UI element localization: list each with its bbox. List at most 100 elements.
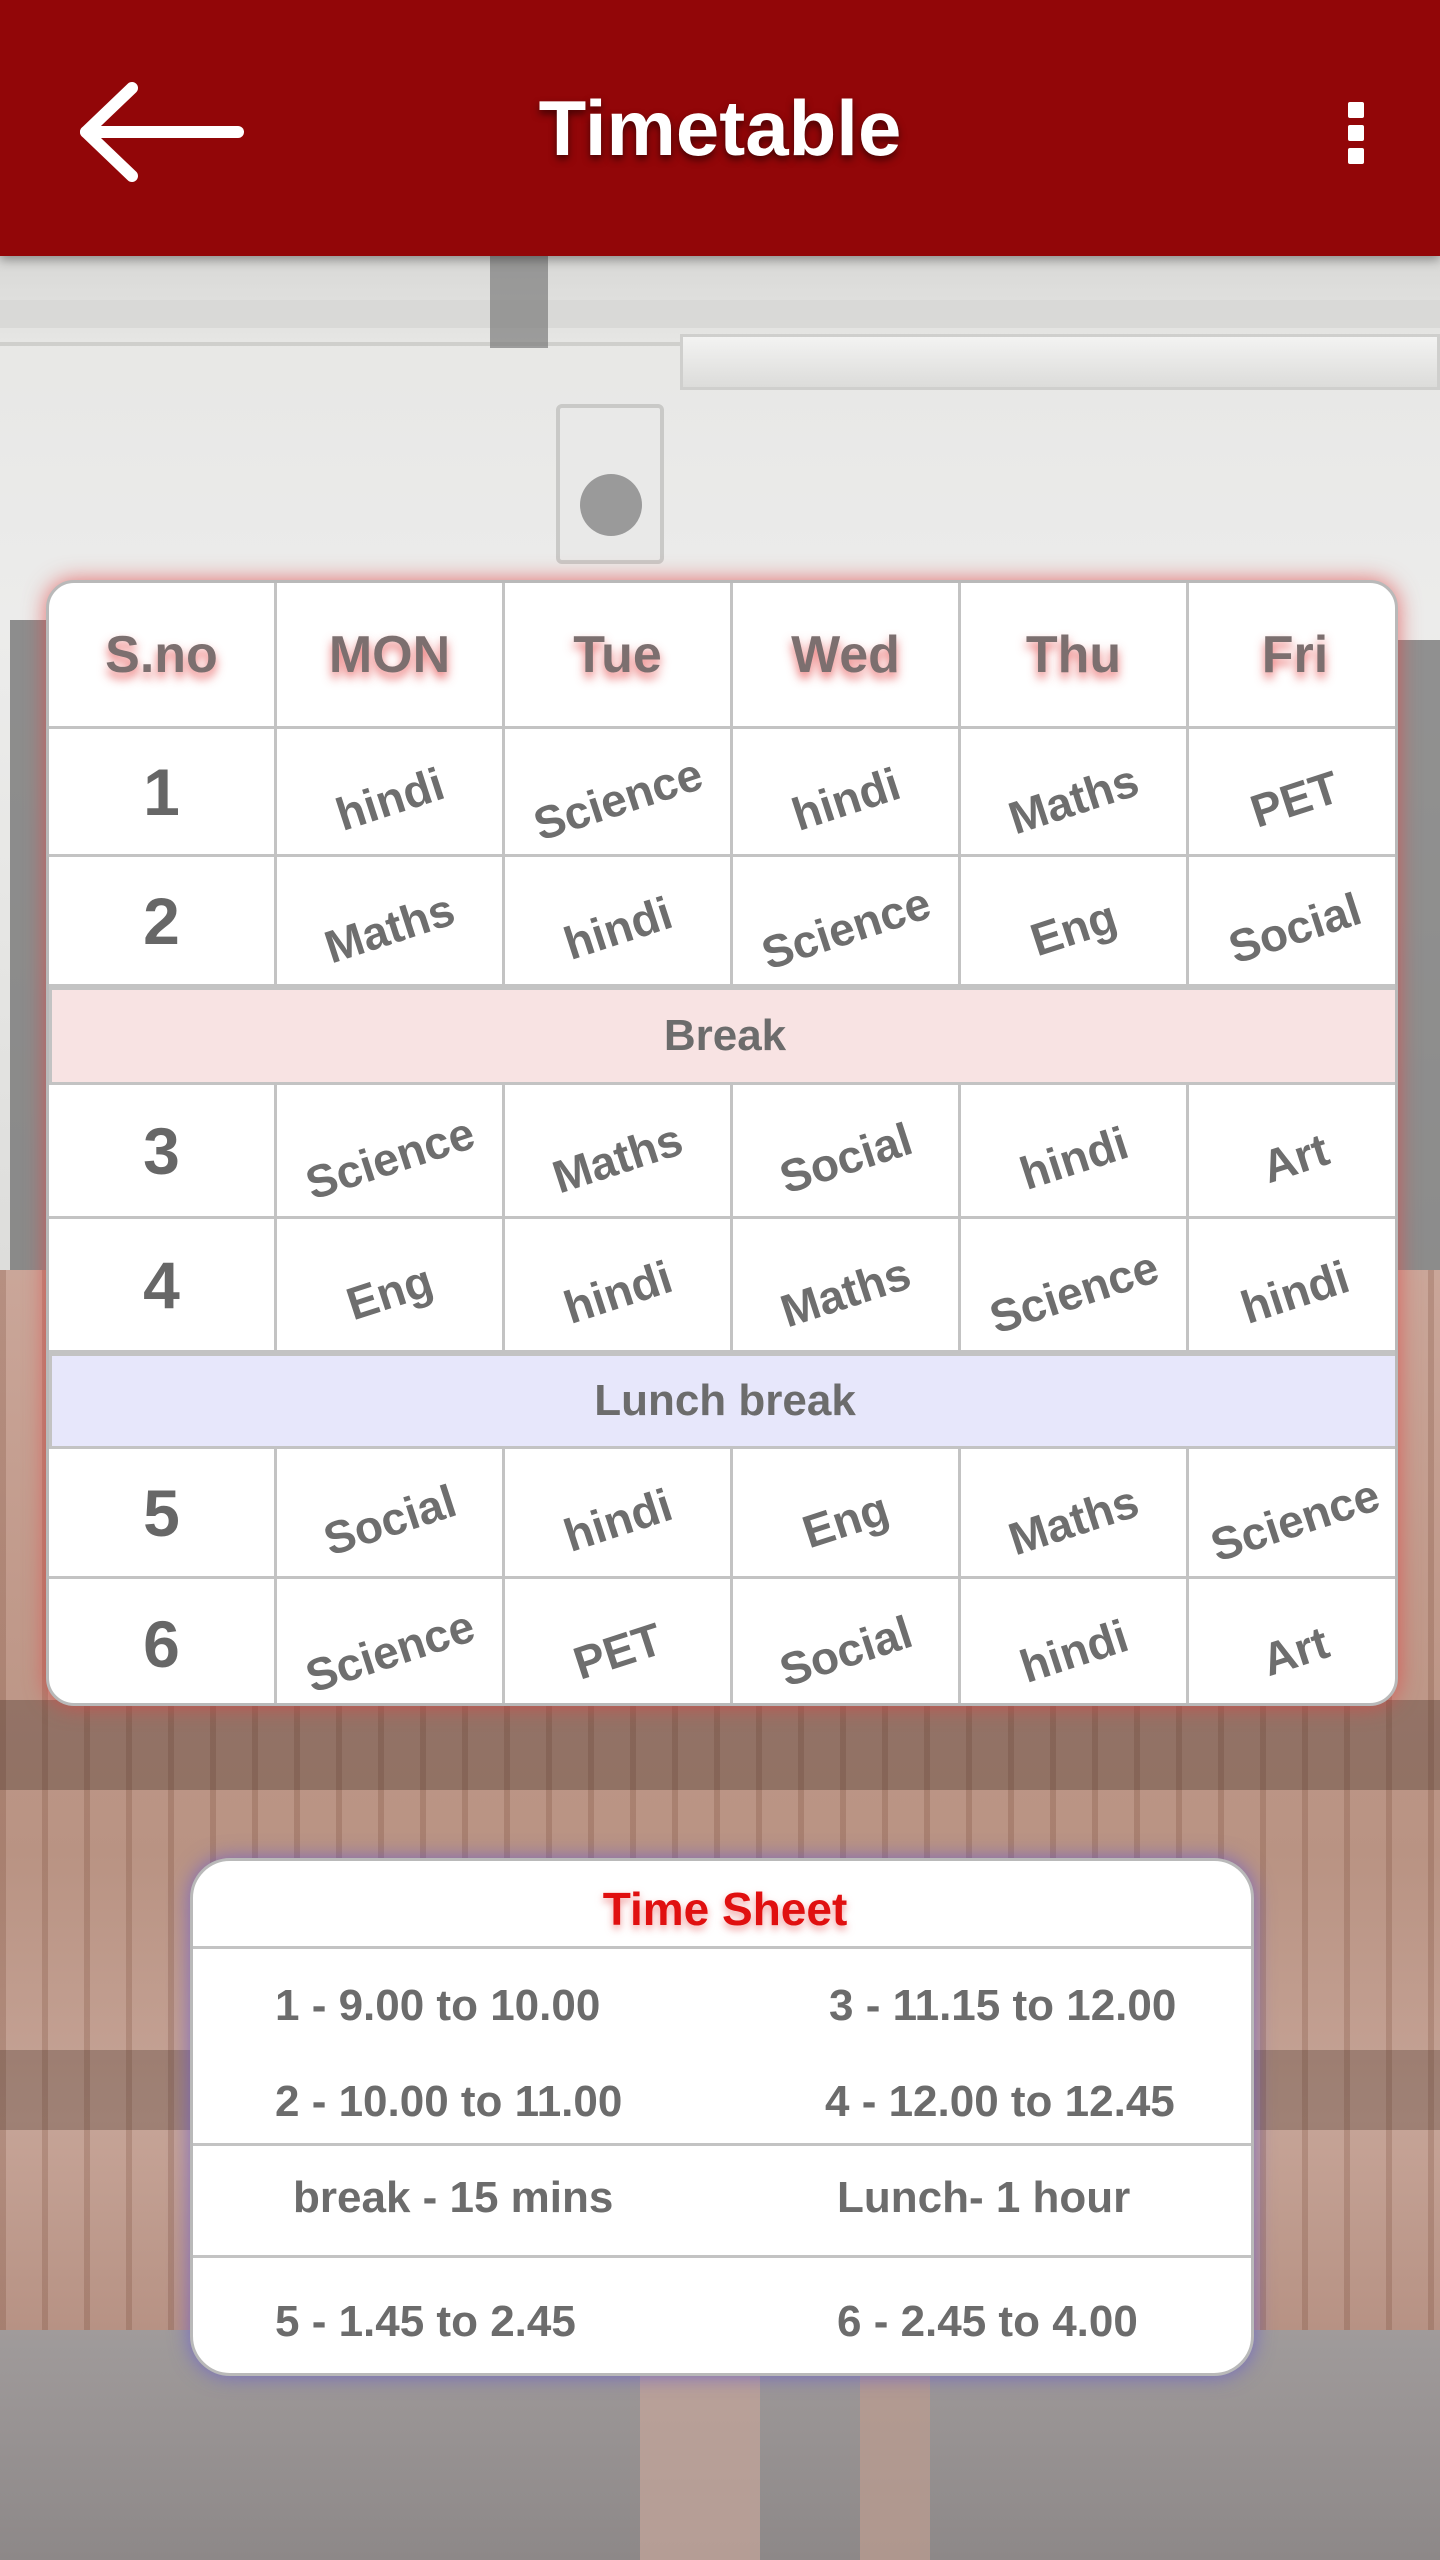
header-label: Tue (573, 625, 662, 684)
table-row: 3 Science Maths Social hindi Art (49, 1085, 1395, 1219)
subject-label: Maths (1002, 753, 1145, 844)
period-number: 3 (143, 1113, 180, 1188)
subject-cell: Social (733, 1085, 961, 1216)
time-entry-period-4: 4 - 12.00 to 12.45 (825, 2077, 1175, 2126)
header-label: S.no (105, 625, 218, 684)
subject-cell: Science (733, 857, 961, 984)
subject-cell: Science (961, 1219, 1189, 1350)
header-cell-mon: MON (277, 583, 505, 726)
subject-cell: Social (733, 1579, 961, 1703)
subject-cell: Maths (505, 1085, 733, 1216)
subject-cell: Social (277, 1449, 505, 1576)
subject-label: Science (754, 875, 937, 980)
period-number-cell: 4 (49, 1219, 277, 1350)
subject-label: PET (1244, 759, 1346, 838)
subject-cell: Eng (733, 1449, 961, 1576)
subject-cell: Science (277, 1579, 505, 1703)
subject-cell: Maths (961, 1449, 1189, 1576)
background-board-left (10, 620, 50, 1300)
lunch-duration: Lunch- 1 hour (837, 2173, 1131, 2222)
subject-label: Eng (796, 1481, 895, 1558)
subject-cell: hindi (505, 857, 733, 984)
subject-cell: PET (1189, 729, 1395, 854)
header-cell-thu: Thu (961, 583, 1189, 726)
app-bar: Timetable (0, 0, 1440, 256)
subject-label: hindi (557, 1477, 678, 1562)
timetable-card: S.no MON Tue Wed Thu Fri 1 hindi Science… (46, 580, 1398, 1706)
period-number-cell: 6 (49, 1579, 277, 1703)
table-row: 6 Science PET Social hindi Art (49, 1579, 1395, 1703)
subject-cell: hindi (277, 729, 505, 854)
subject-label: Maths (546, 1112, 689, 1203)
period-number-cell: 1 (49, 729, 277, 854)
more-vert-icon-dot (1348, 148, 1364, 164)
subject-label: Maths (1002, 1474, 1145, 1565)
header-label: Fri (1261, 625, 1329, 684)
time-entry-period-6: 6 - 2.45 to 4.00 (837, 2297, 1138, 2346)
background-beam (0, 300, 1440, 328)
back-button[interactable] (72, 80, 248, 184)
period-number: 1 (143, 754, 180, 829)
subject-cell: PET (505, 1579, 733, 1703)
subject-cell: Social (1189, 857, 1395, 984)
subject-label: Eng (340, 1253, 439, 1330)
break-duration: break - 15 mins (293, 2173, 614, 2222)
subject-label: Social (773, 1111, 918, 1204)
period-number-cell: 3 (49, 1085, 277, 1216)
divider (193, 2255, 1251, 2258)
subject-cell: Maths (277, 857, 505, 984)
header-cell-fri: Fri (1189, 583, 1395, 726)
subject-cell: Eng (277, 1219, 505, 1350)
divider (193, 2143, 1251, 2146)
subject-label: PET (566, 1612, 669, 1690)
break-row: Break (49, 987, 1395, 1085)
time-sheet-card: Time Sheet 1 - 9.00 to 10.00 3 - 11.15 t… (190, 1858, 1254, 2376)
time-entry-period-2: 2 - 10.00 to 11.00 (275, 2077, 623, 2126)
subject-cell: hindi (505, 1219, 733, 1350)
subject-cell: Art (1189, 1579, 1395, 1703)
subject-label: Science (298, 1599, 481, 1703)
period-number: 6 (143, 1607, 180, 1681)
background-post (490, 256, 548, 348)
subject-label: Maths (318, 882, 461, 973)
subject-label: Science (1204, 1467, 1386, 1572)
table-row: 5 Social hindi Eng Maths Science (49, 1449, 1395, 1579)
time-entry-period-1: 1 - 9.00 to 10.00 (275, 1981, 601, 2030)
subject-cell: hindi (733, 729, 961, 854)
subject-label: hindi (329, 756, 450, 841)
subject-label: Art (1255, 1122, 1335, 1193)
subject-label: Eng (1024, 889, 1123, 966)
table-row: 1 hindi Science hindi Maths PET (49, 729, 1395, 857)
subject-cell: Maths (733, 1219, 961, 1350)
time-entry-period-5: 5 - 1.45 to 2.45 (275, 2297, 576, 2346)
time-sheet-title: Time Sheet (193, 1861, 1251, 1949)
subject-cell: Eng (961, 857, 1189, 984)
overflow-menu-button[interactable] (1320, 88, 1392, 178)
background-speaker (556, 404, 664, 564)
more-vert-icon (1348, 102, 1364, 118)
time-entry-period-3: 3 - 11.15 to 12.00 (829, 1981, 1177, 2030)
table-row: 4 Eng hindi Maths Science hindi (49, 1219, 1395, 1353)
arrow-left-icon (80, 82, 244, 182)
header-cell-wed: Wed (733, 583, 961, 726)
subject-label: Maths (774, 1246, 917, 1337)
subject-label: hindi (1234, 1249, 1356, 1334)
period-number: 4 (143, 1247, 180, 1322)
subject-cell: Science (1189, 1449, 1395, 1576)
subject-cell: hindi (1189, 1219, 1395, 1350)
period-number: 5 (143, 1475, 180, 1550)
header-label: Thu (1025, 625, 1122, 684)
subject-label: Art (1255, 1616, 1335, 1686)
subject-cell: Art (1189, 1085, 1395, 1216)
subject-label: hindi (557, 1249, 678, 1334)
header-label: Wed (791, 625, 900, 684)
subject-label: hindi (1013, 1115, 1134, 1200)
table-row: 2 Maths hindi Science Eng Social (49, 857, 1395, 987)
period-number: 2 (143, 883, 180, 958)
more-vert-icon-dot (1348, 125, 1364, 141)
header-label: MON (328, 625, 451, 684)
header-cell-sno: S.no (49, 583, 277, 726)
subject-label: Science (982, 1239, 1165, 1344)
background-light-fixture (680, 334, 1440, 390)
subject-label: Science (298, 1105, 481, 1210)
